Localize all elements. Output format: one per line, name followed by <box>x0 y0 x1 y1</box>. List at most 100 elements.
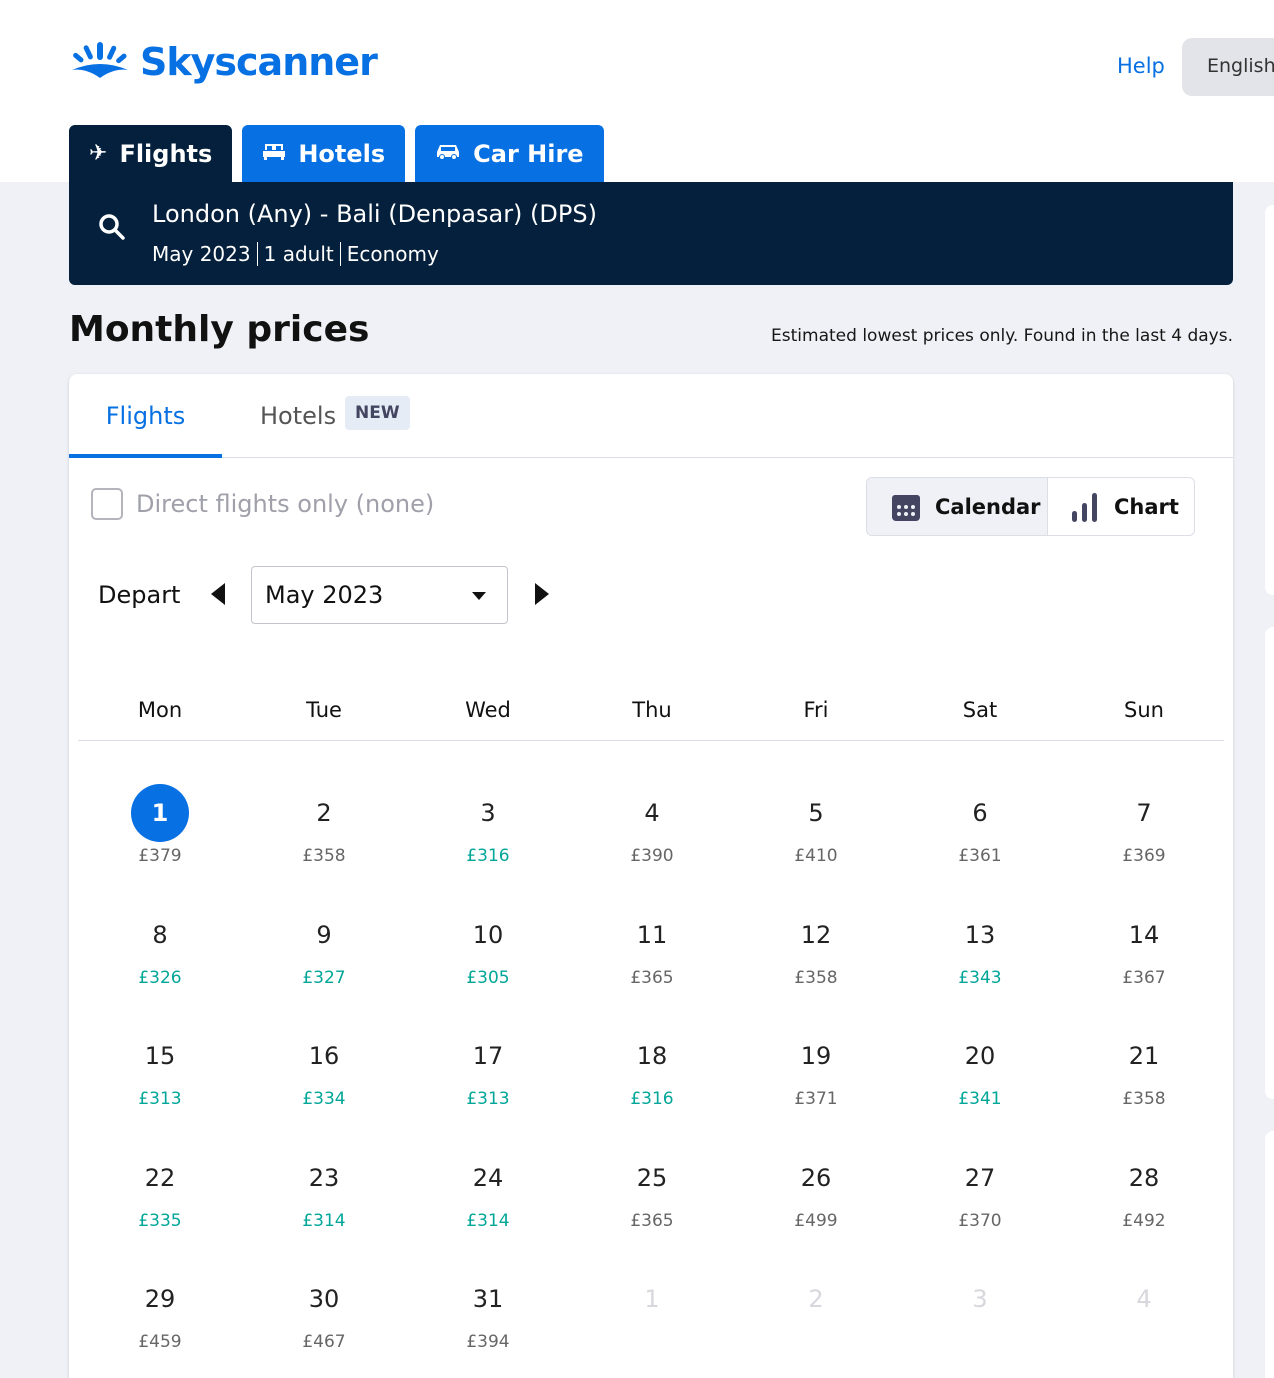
page-title: Monthly prices <box>69 309 370 350</box>
day-number: 28 <box>1128 1163 1160 1192</box>
month-select[interactable]: May 2023 <box>251 566 508 624</box>
search-summary[interactable]: London (Any) - Bali (Denpasar) (DPS) May… <box>69 182 1233 285</box>
calendar-day[interactable]: 11 £365 <box>570 906 734 1028</box>
day-price: £314 <box>302 1210 346 1231</box>
calendar-day[interactable]: 8 £326 <box>78 906 242 1028</box>
calendar-day[interactable]: 13 £343 <box>898 906 1062 1028</box>
calendar-day[interactable]: 3 £316 <box>406 784 570 906</box>
weekday-label: Fri <box>803 698 829 722</box>
tab-car-hire[interactable]: Car Hire <box>415 125 604 182</box>
plane-icon: ✈ <box>89 141 108 166</box>
search-icon <box>99 214 125 240</box>
card-tab-hotels[interactable]: Hotels <box>260 402 336 430</box>
day-price: £467 <box>302 1332 346 1353</box>
nav-tabs: ✈ Flights Hotels Car Hire <box>69 125 604 182</box>
day-number: 27 <box>964 1163 996 1192</box>
calendar-day[interactable]: 18 £316 <box>570 1027 734 1149</box>
search-cabin: Economy <box>339 242 445 266</box>
calendar-day-outside: 2 <box>734 1270 898 1378</box>
direct-flights-option[interactable]: Direct flights only (none) <box>91 488 434 520</box>
day-number: 6 <box>972 799 988 827</box>
price-note: Estimated lowest prices only. Found in t… <box>771 326 1233 346</box>
view-toggle: Calendar Chart <box>866 477 1195 536</box>
day-number: 3 <box>480 799 496 827</box>
calendar-day[interactable]: 12 £358 <box>734 906 898 1028</box>
calendar-day-outside: 4 <box>1062 1270 1226 1378</box>
calendar-day[interactable]: 24 £314 <box>406 1149 570 1271</box>
card-tabs: Flights Hotels NEW <box>69 374 1233 458</box>
bar-chart-icon <box>1072 492 1097 522</box>
month-select-value: May 2023 <box>265 581 384 609</box>
weekday-label: Tue <box>306 698 342 722</box>
calendar-day[interactable]: 26 £499 <box>734 1149 898 1271</box>
direct-flights-checkbox[interactable] <box>91 488 123 520</box>
side-panel <box>1265 1131 1274 1378</box>
calendar-day[interactable]: 21 £358 <box>1062 1027 1226 1149</box>
day-price: £327 <box>302 967 346 988</box>
depart-label: Depart <box>98 581 181 609</box>
day-number: 7 <box>1136 799 1152 827</box>
calendar-day[interactable]: 14 £367 <box>1062 906 1226 1028</box>
day-number: 2 <box>316 799 332 827</box>
day-price: £358 <box>1122 1089 1166 1110</box>
weekday-label: Wed <box>465 698 511 722</box>
day-price: £313 <box>466 1089 510 1110</box>
calendar-day[interactable]: 7 £369 <box>1062 784 1226 906</box>
skyscanner-logo[interactable]: Skyscanner <box>68 38 378 86</box>
next-month-icon[interactable] <box>535 583 549 605</box>
calendar-icon <box>892 494 920 521</box>
calendar-day[interactable]: 5 £410 <box>734 784 898 906</box>
calendar-day[interactable]: 10 £305 <box>406 906 570 1028</box>
calendar-day[interactable]: 23 £314 <box>242 1149 406 1271</box>
day-number: 3 <box>972 1285 988 1314</box>
calendar-day[interactable]: 19 £371 <box>734 1027 898 1149</box>
calendar-day[interactable]: 22 £335 <box>78 1149 242 1271</box>
day-number: 2 <box>808 1285 824 1314</box>
day-number: 21 <box>1128 1042 1160 1071</box>
tab-flights[interactable]: ✈ Flights <box>69 125 233 182</box>
calendar-day[interactable]: 25 £365 <box>570 1149 734 1271</box>
search-travellers: 1 adult <box>256 242 340 266</box>
day-price: £390 <box>630 846 674 866</box>
brand-name: Skyscanner <box>140 40 378 84</box>
car-icon <box>435 141 461 166</box>
help-link[interactable]: Help <box>1117 54 1165 78</box>
calendar-day[interactable]: 9 £327 <box>242 906 406 1028</box>
day-number: 4 <box>1136 1285 1152 1314</box>
calendar-view-button[interactable]: Calendar <box>867 478 1048 535</box>
card-tab-flights[interactable]: Flights <box>69 374 222 458</box>
calendar-day-outside: 3 <box>898 1270 1062 1378</box>
search-date: May 2023 <box>152 242 251 266</box>
side-panel <box>1265 205 1274 595</box>
calendar-day[interactable]: 20 £341 <box>898 1027 1062 1149</box>
day-number: 20 <box>964 1042 996 1071</box>
calendar-day[interactable]: 16 £334 <box>242 1027 406 1149</box>
calendar-day[interactable]: 4 £390 <box>570 784 734 906</box>
day-number: 4 <box>644 799 660 827</box>
calendar-day[interactable]: 15 £313 <box>78 1027 242 1149</box>
tab-car-hire-label: Car Hire <box>473 139 584 168</box>
chart-view-button[interactable]: Chart <box>1048 478 1194 535</box>
previous-month-icon[interactable] <box>211 583 225 605</box>
day-price: £361 <box>958 846 1002 866</box>
calendar-day[interactable]: 6 £361 <box>898 784 1062 906</box>
day-number: 11 <box>636 920 668 949</box>
calendar-day[interactable]: 31 £394 <box>406 1270 570 1378</box>
calendar-day[interactable]: 28 £492 <box>1062 1149 1226 1271</box>
calendar-day[interactable]: 17 £313 <box>406 1027 570 1149</box>
calendar-day[interactable]: 29 £459 <box>78 1270 242 1378</box>
calendar-day[interactable]: 27 £370 <box>898 1149 1062 1271</box>
calendar-day[interactable]: 2 £358 <box>242 784 406 906</box>
sunrise-logo-icon <box>72 42 128 78</box>
weekday-header: Mon Tue Wed Thu Fri Sat Sun <box>78 674 1224 741</box>
day-number: 14 <box>1128 920 1160 949</box>
tab-hotels-label: Hotels <box>298 139 386 168</box>
new-badge: NEW <box>345 396 410 430</box>
weekday-label: Thu <box>632 698 672 722</box>
calendar-day-outside: 1 <box>570 1270 734 1378</box>
language-selector[interactable]: English <box>1182 38 1274 96</box>
calendar-day[interactable]: 1 £379 <box>78 784 242 906</box>
calendar-day[interactable]: 30 £467 <box>242 1270 406 1378</box>
tab-hotels[interactable]: Hotels <box>242 125 406 182</box>
day-price: £367 <box>1122 967 1166 988</box>
